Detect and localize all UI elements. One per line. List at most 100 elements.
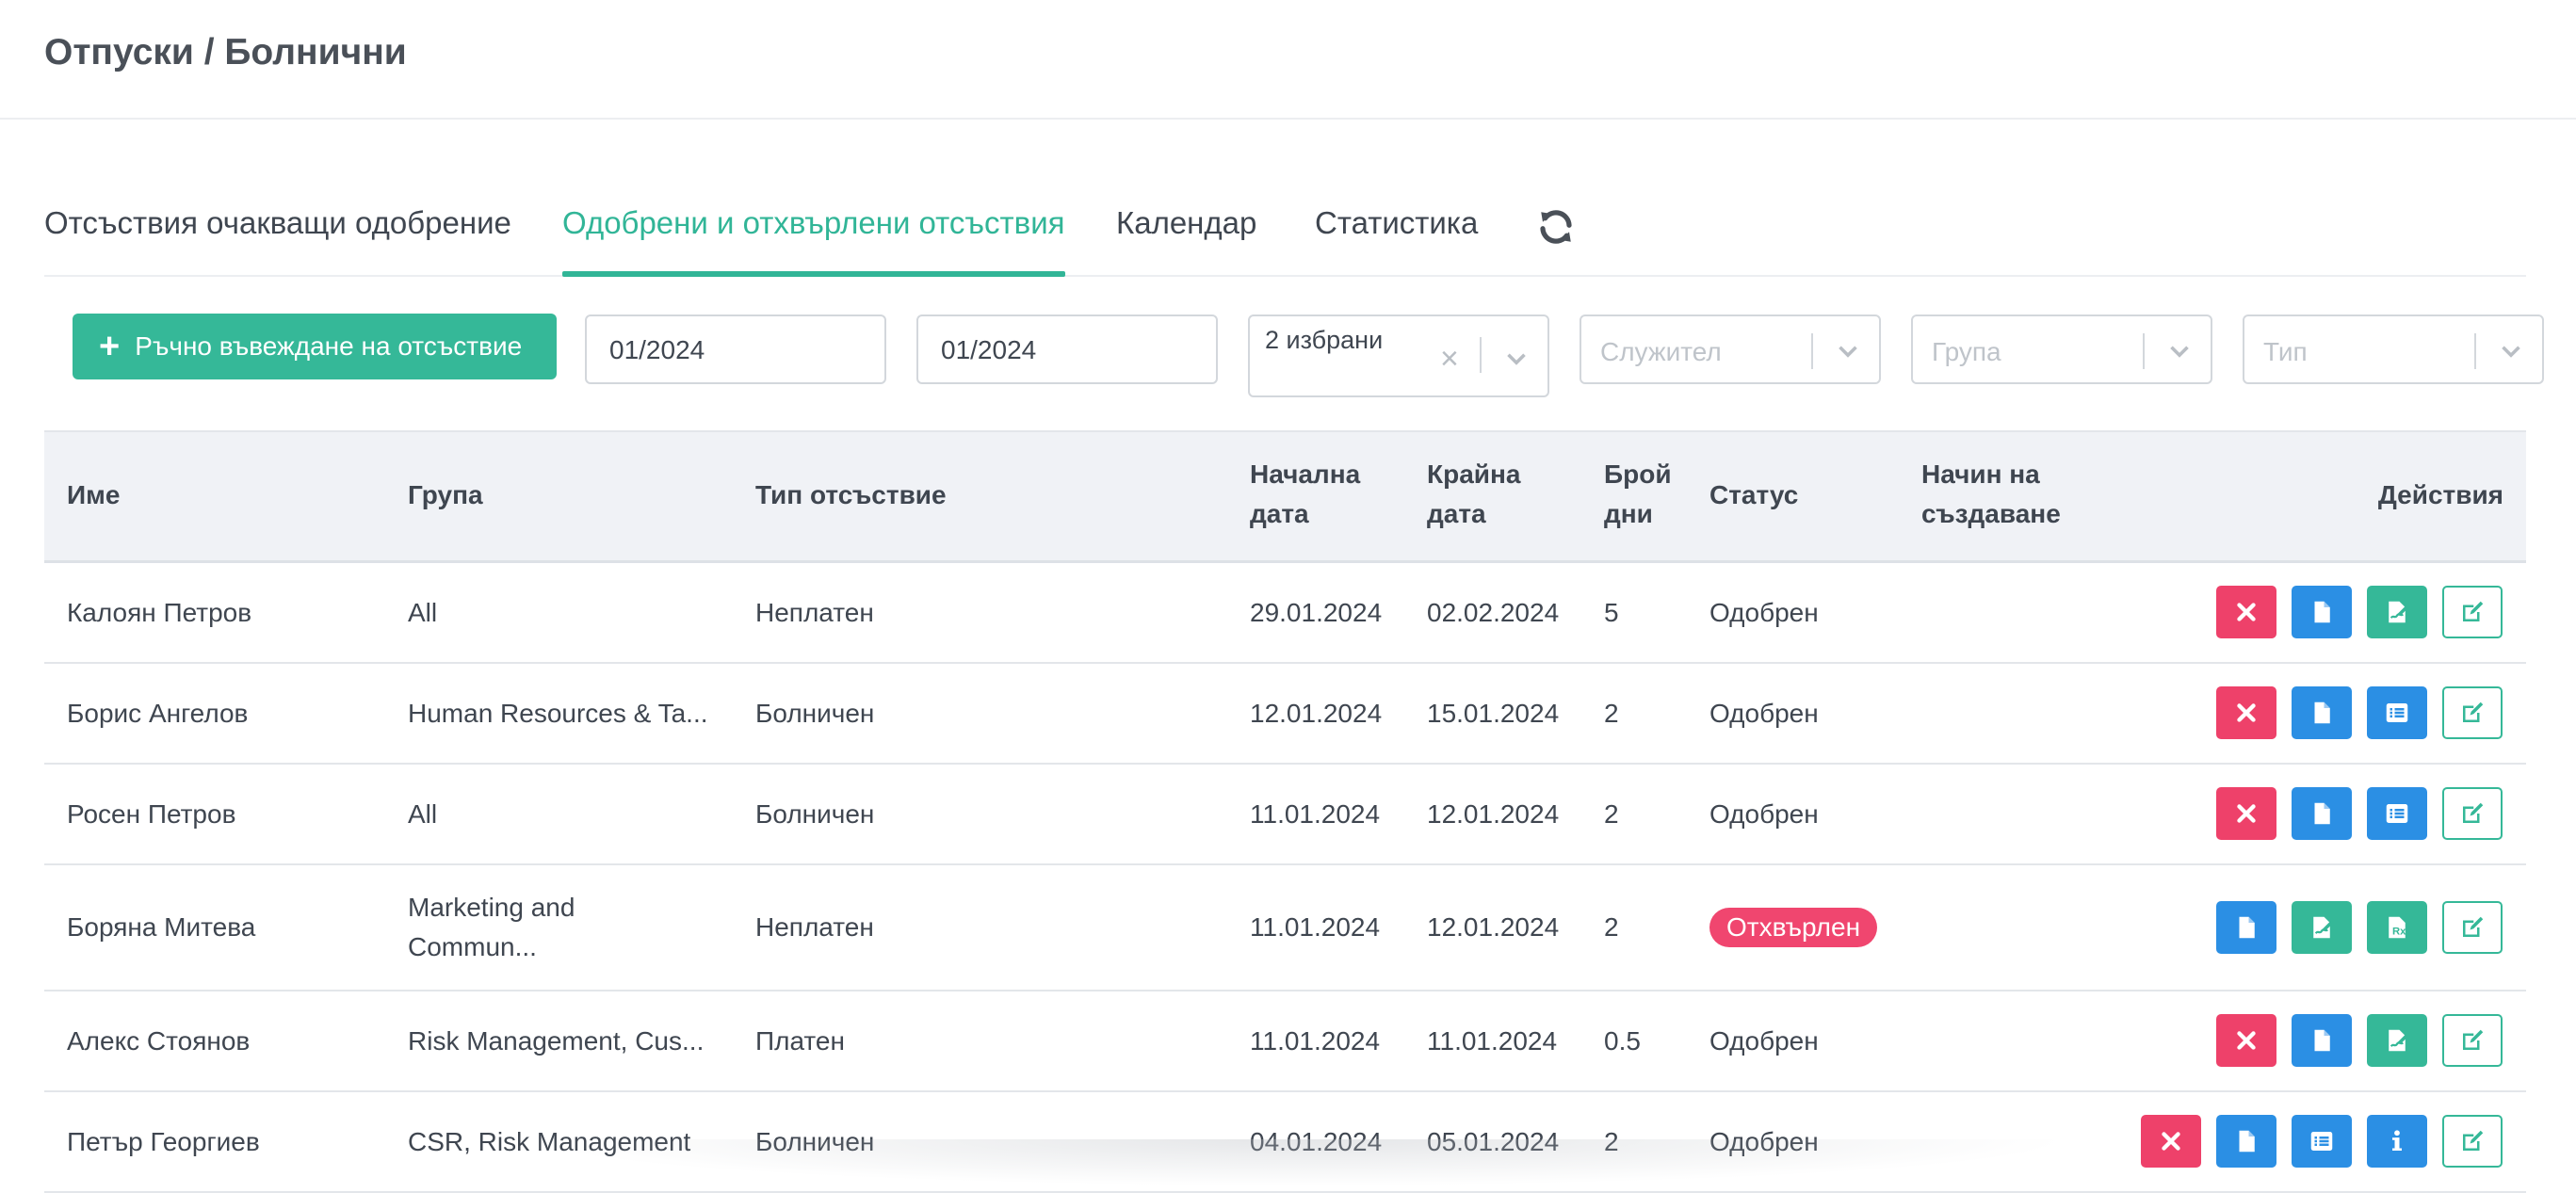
details-list-button[interactable]	[2367, 686, 2427, 739]
signature-button[interactable]	[2367, 1014, 2427, 1067]
document-button[interactable]	[2216, 1115, 2276, 1168]
page-title: Отпуски / Болнични	[44, 32, 407, 73]
header-end-line2: дата	[1427, 499, 1486, 528]
type-select[interactable]: Тип	[2243, 314, 2544, 384]
status-badge: Отхвърлен	[1709, 908, 1878, 947]
reject-button[interactable]	[2216, 1014, 2276, 1067]
group-placeholder: Група	[1932, 337, 2001, 366]
tab-bar: Отсъствия очакващи одобрение Одобрени и …	[44, 188, 2526, 277]
list-icon	[2386, 703, 2408, 722]
list-icon	[2310, 1132, 2333, 1151]
top-bar: Отпуски / Болнични	[0, 0, 2576, 120]
details-list-button[interactable]	[2367, 787, 2427, 840]
group-select[interactable]: Група	[1911, 314, 2212, 384]
prescription-icon: Rx	[2389, 916, 2406, 939]
chevron-down-icon[interactable]	[1500, 343, 1532, 375]
document-icon	[2314, 601, 2330, 623]
signature-icon	[2389, 1029, 2408, 1052]
status-select[interactable]: 2 избрани ×	[1248, 314, 1549, 397]
table-row: Росен Петров All Болничен 11.01.2024 12.…	[44, 765, 2526, 865]
cell-group: Marketing and Commun...	[408, 893, 575, 961]
cell-status: Одобрен	[1709, 799, 1819, 829]
reject-button[interactable]	[2216, 586, 2276, 638]
signature-button[interactable]	[2367, 586, 2427, 638]
edit-button[interactable]	[2442, 901, 2503, 954]
chevron-down-icon[interactable]	[2163, 335, 2195, 367]
header-start-line2: дата	[1250, 499, 1309, 528]
signature-icon	[2389, 601, 2408, 623]
type-placeholder: Тип	[2263, 337, 2308, 366]
edit-icon	[2463, 1029, 2484, 1050]
cell-name: Борис Ангелов	[67, 699, 249, 728]
cell-end: 02.02.2024	[1427, 598, 1560, 627]
tab-approved-rejected[interactable]: Одобрени и отхвърлени отсъствия	[562, 205, 1065, 277]
header-start-date: Начална дата	[1250, 455, 1360, 534]
header-actions: Действия	[2377, 480, 2503, 509]
document-button[interactable]	[2216, 901, 2276, 954]
cell-name: Росен Петров	[67, 799, 236, 829]
close-icon[interactable]: ×	[1440, 343, 1459, 375]
document-button[interactable]	[2292, 586, 2352, 638]
chevron-down-icon[interactable]	[1832, 335, 1864, 367]
header-method-line1: Начин на	[1921, 459, 2040, 489]
reject-button[interactable]	[2216, 787, 2276, 840]
cell-group: Human Resources & Ta...	[408, 699, 708, 728]
close-icon	[2162, 1132, 2180, 1151]
header-days-line1: Брой	[1604, 459, 1672, 489]
cell-days: 2	[1604, 912, 1619, 942]
close-icon	[2237, 703, 2256, 722]
details-list-button[interactable]	[2292, 1115, 2352, 1168]
cell-end: 15.01.2024	[1427, 699, 1560, 728]
cell-end: 11.01.2024	[1427, 1026, 1558, 1056]
svg-text:Rx: Rx	[2392, 927, 2406, 938]
add-absence-label: Ръчно въвеждане на отсъствие	[135, 331, 523, 361]
reject-button[interactable]	[2141, 1115, 2201, 1168]
tab-pending[interactable]: Отсъствия очакващи одобрение	[44, 205, 511, 271]
cell-start: 11.01.2024	[1250, 1026, 1381, 1056]
date-to-input[interactable]: 01/2024	[916, 314, 1218, 384]
prescription-button[interactable]: Rx	[2367, 901, 2427, 954]
cell-type: Болничен	[755, 699, 875, 728]
header-end-date: Крайна дата	[1427, 455, 1520, 534]
tab-statistics[interactable]: Статистика	[1315, 205, 1478, 271]
refresh-icon[interactable]	[1536, 207, 1576, 247]
add-absence-button[interactable]: + Ръчно въвеждане на отсъствие	[73, 314, 557, 379]
header-days: Брой дни	[1604, 455, 1672, 534]
edit-button[interactable]	[2442, 1014, 2503, 1067]
header-type: Тип отсъствие	[755, 480, 947, 509]
cell-type: Болничен	[755, 799, 875, 829]
select-separator	[1480, 337, 1482, 373]
header-end-line1: Крайна	[1427, 459, 1521, 489]
edit-button[interactable]	[2442, 586, 2503, 638]
edit-icon	[2463, 802, 2484, 823]
status-selected-value: 2 избрани	[1265, 326, 1384, 354]
document-button[interactable]	[2292, 1014, 2352, 1067]
signature-button[interactable]	[2292, 901, 2352, 954]
cell-start: 12.01.2024	[1250, 699, 1383, 728]
cell-end: 12.01.2024	[1427, 799, 1560, 829]
reject-button[interactable]	[2216, 686, 2276, 739]
document-button[interactable]	[2292, 686, 2352, 739]
chevron-down-icon[interactable]	[2495, 335, 2527, 367]
employee-select[interactable]: Служител	[1580, 314, 1881, 384]
table-header: Име Група Тип отсъствие Начална дата Кра…	[44, 430, 2526, 563]
edit-icon	[2463, 701, 2484, 722]
edit-button[interactable]	[2442, 686, 2503, 739]
employee-placeholder: Служител	[1600, 337, 1722, 366]
document-button[interactable]	[2292, 787, 2352, 840]
cell-status: Одобрен	[1709, 598, 1819, 627]
select-separator	[1811, 333, 1813, 369]
document-icon	[2314, 1029, 2330, 1052]
info-button[interactable]	[2367, 1115, 2427, 1168]
cell-start: 11.01.2024	[1250, 799, 1381, 829]
document-icon	[2239, 1130, 2255, 1153]
cell-days: 2	[1604, 799, 1619, 829]
table-row: Калоян Петров All Неплатен 29.01.2024 02…	[44, 563, 2526, 664]
edit-button[interactable]	[2442, 787, 2503, 840]
date-from-input[interactable]: 01/2024	[585, 314, 886, 384]
tab-calendar[interactable]: Календар	[1116, 205, 1256, 271]
cell-start: 29.01.2024	[1250, 598, 1383, 627]
edit-button[interactable]	[2442, 1115, 2503, 1168]
signature-icon	[2313, 916, 2333, 939]
table-row: Борис Ангелов Human Resources & Ta... Бо…	[44, 664, 2526, 765]
